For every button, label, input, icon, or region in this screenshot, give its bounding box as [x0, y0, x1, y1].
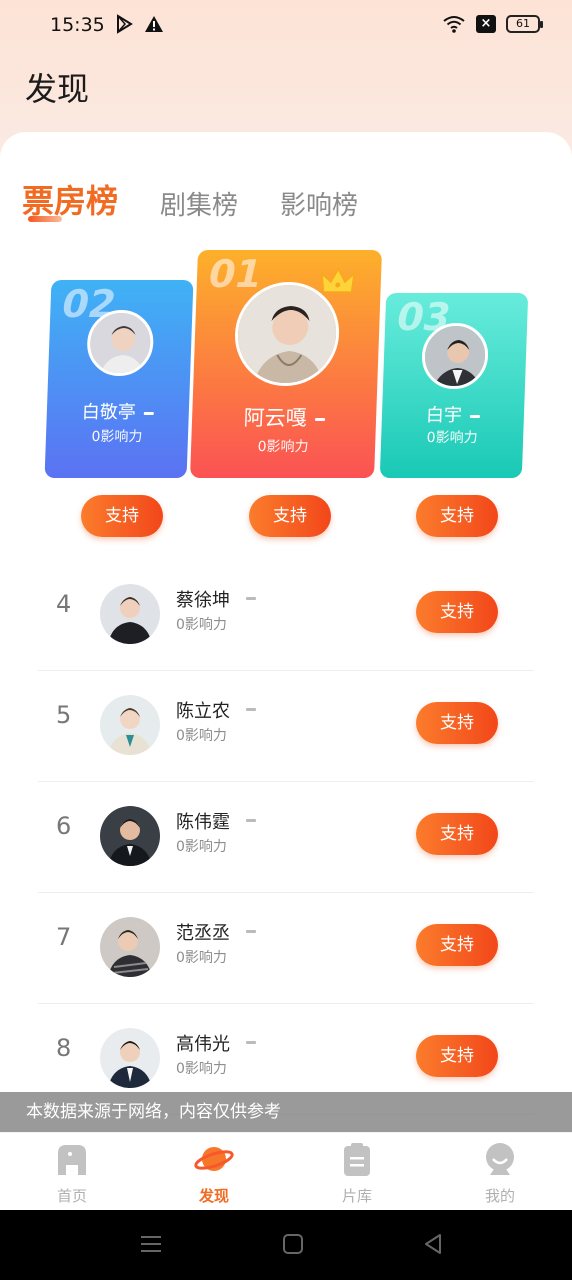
support-button[interactable]: 支持 [416, 591, 498, 633]
trend-dash [314, 417, 325, 421]
nav-label: 我的 [484, 1187, 515, 1205]
list-name: 高伟光 [176, 1034, 230, 1055]
support-button-rank-3[interactable]: 支持 [416, 495, 498, 537]
list-score: 0影响力 [176, 1061, 227, 1077]
tab-influence[interactable]: 影响榜 [280, 185, 358, 222]
nav-label: 片库 [341, 1187, 372, 1205]
support-button-rank-2[interactable]: 支持 [81, 495, 163, 537]
close-box-icon: × [476, 15, 496, 33]
trend-dash [246, 708, 256, 711]
podium-score: 0影响力 [91, 429, 143, 445]
ranking-tabs: 票房榜 剧集榜 影响榜 [22, 176, 400, 222]
status-time: 15:35 [50, 14, 105, 36]
list-score: 0影响力 [176, 839, 227, 855]
avatar [233, 282, 341, 386]
podium-card-rank-1[interactable]: 01 阿云嘎 0影响力 [190, 250, 382, 478]
list-rank: 7 [56, 923, 72, 951]
support-button[interactable]: 支持 [416, 924, 498, 966]
list-item[interactable]: 4 蔡徐坤 0影响力 支持 [38, 560, 534, 671]
avatar [100, 1028, 160, 1088]
podium-score: 0影响力 [426, 430, 478, 446]
trend-dash [246, 597, 256, 600]
podium-card-rank-3[interactable]: 03 白宇 0影响力 [379, 293, 529, 478]
list-name: 陈立农 [176, 701, 230, 722]
nav-label: 首页 [56, 1187, 87, 1205]
list-score: 0影响力 [176, 950, 227, 966]
bottom-nav: 首页 发现 片库 我的 [0, 1132, 572, 1210]
list-name: 范丞丞 [176, 923, 230, 944]
nav-discover[interactable]: 发现 [164, 1139, 264, 1206]
list-item[interactable]: 6 陈伟霆 0影响力 支持 [38, 782, 534, 893]
play-store-icon [117, 14, 133, 34]
podium-name: 阿云嘎 [243, 406, 308, 430]
crown-icon [321, 267, 356, 293]
planet-icon [194, 1147, 234, 1171]
avatar [100, 695, 160, 755]
tab-series[interactable]: 剧集榜 [160, 185, 238, 222]
support-button[interactable]: 支持 [416, 813, 498, 855]
trend-dash [246, 819, 256, 822]
trend-dash [143, 411, 154, 415]
list-rank: 6 [56, 812, 72, 840]
avatar [86, 310, 155, 376]
nav-label: 发现 [198, 1187, 229, 1205]
home-button-icon[interactable] [282, 1232, 304, 1256]
menu-icon[interactable] [140, 1232, 162, 1256]
support-button[interactable]: 支持 [416, 702, 498, 744]
data-disclaimer: 本数据来源于网络，内容仅供参考 [0, 1092, 572, 1132]
active-tab-indicator [28, 216, 62, 222]
page-title: 发现 [25, 70, 90, 108]
podium-rank-number: 01 [208, 252, 263, 296]
podium-score: 0影响力 [257, 439, 309, 455]
clipboard-icon [344, 1143, 370, 1176]
podium-card-rank-2[interactable]: 02 白敬亭 0影响力 [44, 280, 194, 478]
trend-dash [246, 930, 256, 933]
podium-name: 白宇 [425, 405, 463, 426]
list-rank: 4 [56, 590, 72, 618]
profile-icon [486, 1143, 514, 1175]
warning-icon [145, 16, 163, 32]
home-icon [58, 1145, 86, 1175]
nav-profile[interactable]: 我的 [450, 1139, 550, 1206]
list-rank: 5 [56, 701, 72, 729]
list-score: 0影响力 [176, 728, 227, 744]
avatar [100, 917, 160, 977]
avatar [420, 323, 490, 389]
support-button[interactable]: 支持 [416, 1035, 498, 1077]
nav-home[interactable]: 首页 [22, 1139, 122, 1206]
avatar [100, 584, 160, 644]
podium-name: 白敬亭 [81, 402, 137, 423]
list-name: 陈伟霆 [176, 812, 230, 833]
avatar [100, 806, 160, 866]
battery-icon: 61 [506, 15, 543, 33]
trend-dash [246, 1041, 256, 1044]
list-score: 0影响力 [176, 617, 227, 633]
status-bar: 15:35 × 61 [0, 0, 572, 52]
back-icon[interactable] [422, 1232, 444, 1256]
list-item[interactable]: 5 陈立农 0影响力 支持 [38, 671, 534, 782]
list-name: 蔡徐坤 [176, 590, 230, 611]
system-nav-bar [0, 1210, 572, 1280]
nav-library[interactable]: 片库 [307, 1139, 407, 1206]
list-item[interactable]: 7 范丞丞 0影响力 支持 [38, 893, 534, 1004]
trend-dash [469, 414, 480, 418]
support-button-rank-1[interactable]: 支持 [249, 495, 331, 537]
wifi-icon [443, 16, 465, 33]
list-rank: 8 [56, 1034, 72, 1062]
